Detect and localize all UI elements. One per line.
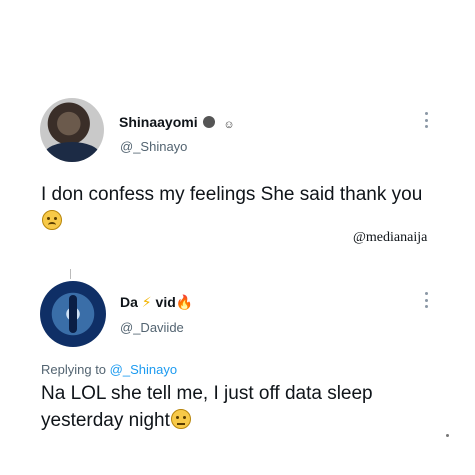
display-name-left: Da bbox=[120, 294, 138, 310]
replying-to-label: Replying to bbox=[41, 362, 107, 377]
ghost-emoji-icon: ☺ bbox=[223, 119, 235, 131]
handle-reply[interactable]: @_Daviide bbox=[120, 320, 184, 335]
replying-to-link[interactable]: @_Shinayo bbox=[110, 362, 177, 377]
tweet-text: I don confess my feelings She said thank… bbox=[41, 181, 436, 235]
display-name-text: Shinaayomi bbox=[119, 114, 198, 130]
tweet-text-body: I don confess my feelings She said thank… bbox=[41, 184, 423, 205]
more-options-icon[interactable] bbox=[424, 292, 428, 308]
badge-icon bbox=[203, 116, 216, 128]
avatar-shirt bbox=[44, 142, 100, 162]
display-name-right: vid bbox=[155, 294, 176, 310]
tweet-text-body-reply: Na LOL she tell me, I just off data slee… bbox=[41, 383, 373, 431]
fire-icon: 🔥 bbox=[175, 294, 194, 310]
tweet-text-reply: Na LOL she tell me, I just off data slee… bbox=[41, 380, 436, 434]
display-name[interactable]: Shinaayomi ☺ bbox=[119, 114, 235, 131]
avatar-shinaayomi[interactable] bbox=[40, 98, 104, 162]
avatar-figure bbox=[69, 295, 77, 333]
more-options-icon[interactable] bbox=[424, 112, 428, 128]
decorative-dot bbox=[446, 434, 449, 437]
thread-line bbox=[70, 269, 71, 279]
worried-face-icon bbox=[42, 210, 62, 230]
replying-to: Replying to @_Shinayo bbox=[41, 362, 177, 377]
lightning-icon: ⚡ bbox=[141, 294, 152, 310]
handle[interactable]: @_Shinayo bbox=[120, 139, 187, 154]
watermark: @medianaija bbox=[353, 230, 428, 245]
sleepy-face-icon bbox=[170, 409, 191, 429]
avatar-david[interactable] bbox=[40, 281, 106, 347]
display-name-reply[interactable]: Da ⚡ vid🔥 bbox=[120, 294, 193, 311]
